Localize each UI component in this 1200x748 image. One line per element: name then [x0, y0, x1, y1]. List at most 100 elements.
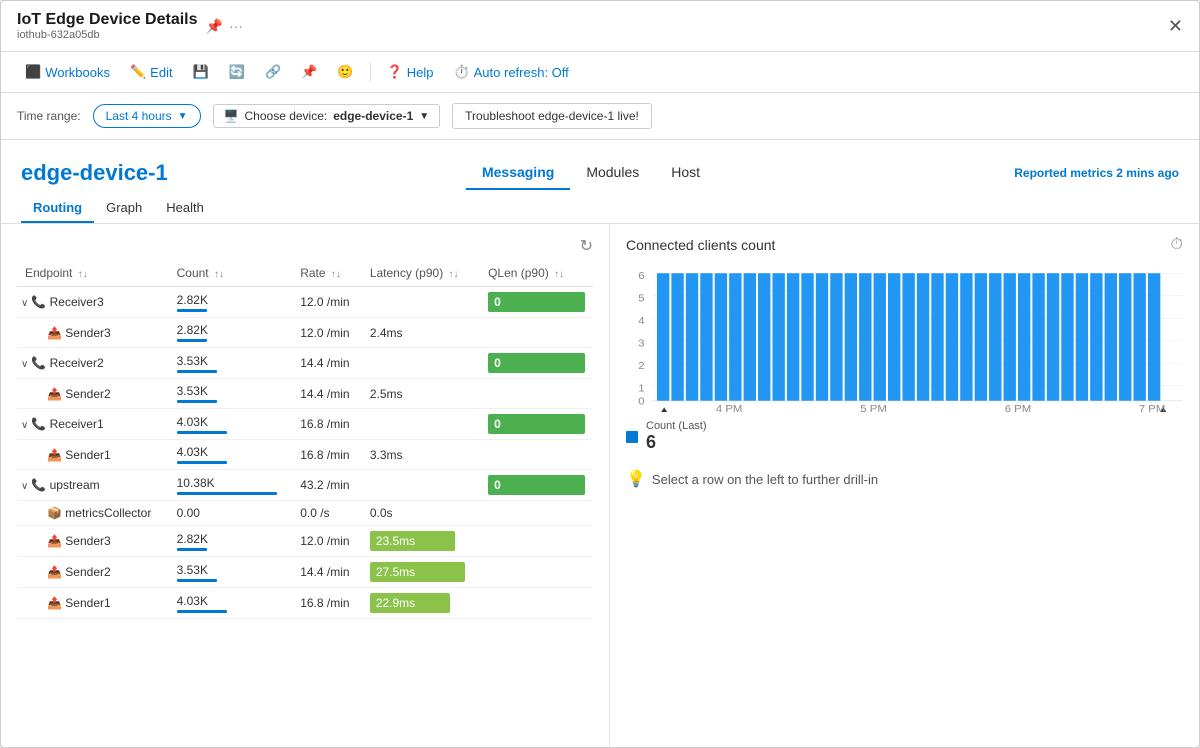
count-cell: 4.03K	[169, 409, 293, 440]
svg-text:4 PM: 4 PM	[716, 403, 742, 412]
count-cell: 4.03K	[169, 588, 293, 619]
close-icon[interactable]: ✕	[1168, 16, 1183, 37]
qlen-bar: 0	[488, 353, 585, 373]
count-value: 4.03K	[177, 415, 285, 429]
svg-text:1: 1	[638, 383, 644, 394]
device-chevron-icon: ▼	[419, 111, 429, 122]
table-row[interactable]: 📤 Sender2 3.53K 14.4 /min2.5ms	[17, 379, 593, 409]
table-row[interactable]: 📤 Sender2 3.53K 14.4 /min27.5ms	[17, 557, 593, 588]
table-row[interactable]: 📤 Sender1 4.03K 16.8 /min3.3ms	[17, 440, 593, 470]
toolbar-separator	[370, 62, 371, 82]
main-window: IoT Edge Device Details iothub-632a05db …	[0, 0, 1200, 748]
table-row[interactable]: ∨📞 Receiver2 3.53K 14.4 /min0	[17, 348, 593, 379]
rate-sort-icon[interactable]: ↑↓	[331, 269, 341, 280]
count-bar	[177, 610, 227, 613]
endpoint-cell: 📦 metricsCollector	[17, 501, 169, 526]
sub-tab-routing[interactable]: Routing	[21, 194, 94, 223]
sender-icon: 📤	[47, 565, 62, 579]
expand-icon[interactable]: ∨	[21, 298, 28, 309]
latency-cell	[362, 287, 480, 318]
svg-text:7 PM: 7 PM	[1139, 403, 1165, 412]
sub-tab-health[interactable]: Health	[154, 194, 216, 223]
count-bar	[177, 339, 207, 342]
expand-icon[interactable]: ∨	[21, 359, 28, 370]
qlen-cell: 0	[480, 470, 593, 501]
share-button[interactable]: 🔗	[257, 60, 289, 84]
rate-cell: 0.0 /s	[292, 501, 362, 526]
content-area: edge-device-1 Messaging Modules Host Rep…	[1, 140, 1199, 747]
qlen-cell	[480, 440, 593, 470]
count-value: 4.03K	[177, 594, 285, 608]
latency-cell: 0.0s	[362, 501, 480, 526]
table-row[interactable]: ∨📞 upstream 10.38K 43.2 /min0	[17, 470, 593, 501]
device-select[interactable]: 🖥️ Choose device: edge-device-1 ▼	[213, 104, 441, 128]
rate-cell: 16.8 /min	[292, 440, 362, 470]
tab-modules[interactable]: Modules	[570, 156, 655, 190]
endpoint-name: Sender3	[65, 326, 110, 340]
table-row[interactable]: ∨📞 Receiver1 4.03K 16.8 /min0	[17, 409, 593, 440]
count-cell: 3.53K	[169, 348, 293, 379]
qlen-cell: 0	[480, 287, 593, 318]
count-value: 2.82K	[177, 532, 285, 546]
reported-metrics-time: 2 mins ago	[1116, 166, 1179, 180]
emoji-icon: 🙂	[337, 64, 353, 80]
auto-refresh-button[interactable]: ⏱️ Auto refresh: Off	[445, 60, 576, 84]
device-header: edge-device-1 Messaging Modules Host Rep…	[1, 140, 1199, 190]
endpoint-sort-icon[interactable]: ↑↓	[78, 269, 88, 280]
auto-refresh-label: Auto refresh: Off	[474, 65, 569, 80]
help-label: Help	[407, 65, 434, 80]
filter-bar: Time range: Last 4 hours ▼ 🖥️ Choose dev…	[1, 93, 1199, 140]
table-row[interactable]: ∨📞 Receiver3 2.82K 12.0 /min0	[17, 287, 593, 318]
qlen-cell	[480, 379, 593, 409]
time-range-button[interactable]: Last 4 hours ▼	[93, 104, 201, 128]
troubleshoot-button[interactable]: Troubleshoot edge-device-1 live!	[452, 103, 652, 129]
save-button[interactable]: 💾	[185, 60, 217, 84]
main-content: ↻ Endpoint ↑↓ Count ↑↓	[1, 224, 1199, 747]
bar-chart: 6 5 4 3 2 1 0	[626, 262, 1183, 412]
save-icon: 💾	[193, 64, 209, 80]
legend-info: Count (Last) 6	[646, 420, 707, 453]
more-icon[interactable]: ···	[229, 18, 243, 34]
pin-icon[interactable]: 📌	[206, 18, 223, 35]
table-row[interactable]: 📤 Sender3 2.82K 12.0 /min23.5ms	[17, 526, 593, 557]
emoji-button[interactable]: 🙂	[329, 60, 361, 84]
chart-title: Connected clients count	[626, 237, 775, 253]
table-row[interactable]: 📦 metricsCollector 0.00 0.0 /s0.0s	[17, 501, 593, 526]
table-row[interactable]: 📤 Sender1 4.03K 16.8 /min22.9ms	[17, 588, 593, 619]
receiver-icon: 📞	[31, 417, 46, 431]
latency-bar: 22.9ms	[370, 593, 450, 613]
count-bar	[177, 492, 277, 495]
svg-text:6 PM: 6 PM	[1005, 403, 1031, 412]
count-sort-icon[interactable]: ↑↓	[214, 269, 224, 280]
sub-tab-graph[interactable]: Graph	[94, 194, 154, 223]
endpoint-name: Receiver1	[50, 417, 104, 431]
tab-host[interactable]: Host	[655, 156, 716, 190]
device-tabs: Messaging Modules Host	[466, 156, 716, 190]
sender-icon: 📤	[47, 596, 62, 610]
refresh-button[interactable]: 🔄	[221, 60, 253, 84]
expand-icon[interactable]: ∨	[21, 420, 28, 431]
svg-text:2: 2	[638, 360, 644, 371]
endpoint-cell: 📤 Sender1	[17, 440, 169, 470]
expand-icon[interactable]: ∨	[21, 481, 28, 492]
latency-sort-icon[interactable]: ↑↓	[449, 269, 459, 280]
table-row[interactable]: 📤 Sender3 2.82K 12.0 /min2.4ms	[17, 318, 593, 348]
qlen-sort-icon[interactable]: ↑↓	[554, 269, 564, 280]
workbooks-button[interactable]: ⬛ Workbooks	[17, 60, 118, 84]
sender-icon: 📤	[47, 534, 62, 548]
svg-text:3: 3	[638, 338, 644, 349]
refresh-circle-icon: 🔄	[229, 64, 245, 80]
endpoint-name: upstream	[50, 478, 100, 492]
col-endpoint: Endpoint ↑↓	[17, 260, 169, 287]
reported-metrics-label: Reported metrics	[1014, 166, 1113, 180]
count-bar	[177, 431, 227, 434]
tab-messaging[interactable]: Messaging	[466, 156, 570, 190]
latency-cell: 3.3ms	[362, 440, 480, 470]
endpoint-name: Sender1	[65, 448, 110, 462]
refresh-spinner-icon[interactable]: ↻	[580, 236, 593, 256]
chart-history-icon[interactable]: ⏱	[1171, 236, 1183, 254]
edit-button[interactable]: ✏️ Edit	[122, 60, 181, 84]
endpoint-cell: ∨📞 Receiver3	[17, 287, 169, 318]
pin-toolbar-button[interactable]: 📌	[293, 60, 325, 84]
help-button[interactable]: ❓ Help	[379, 60, 442, 84]
